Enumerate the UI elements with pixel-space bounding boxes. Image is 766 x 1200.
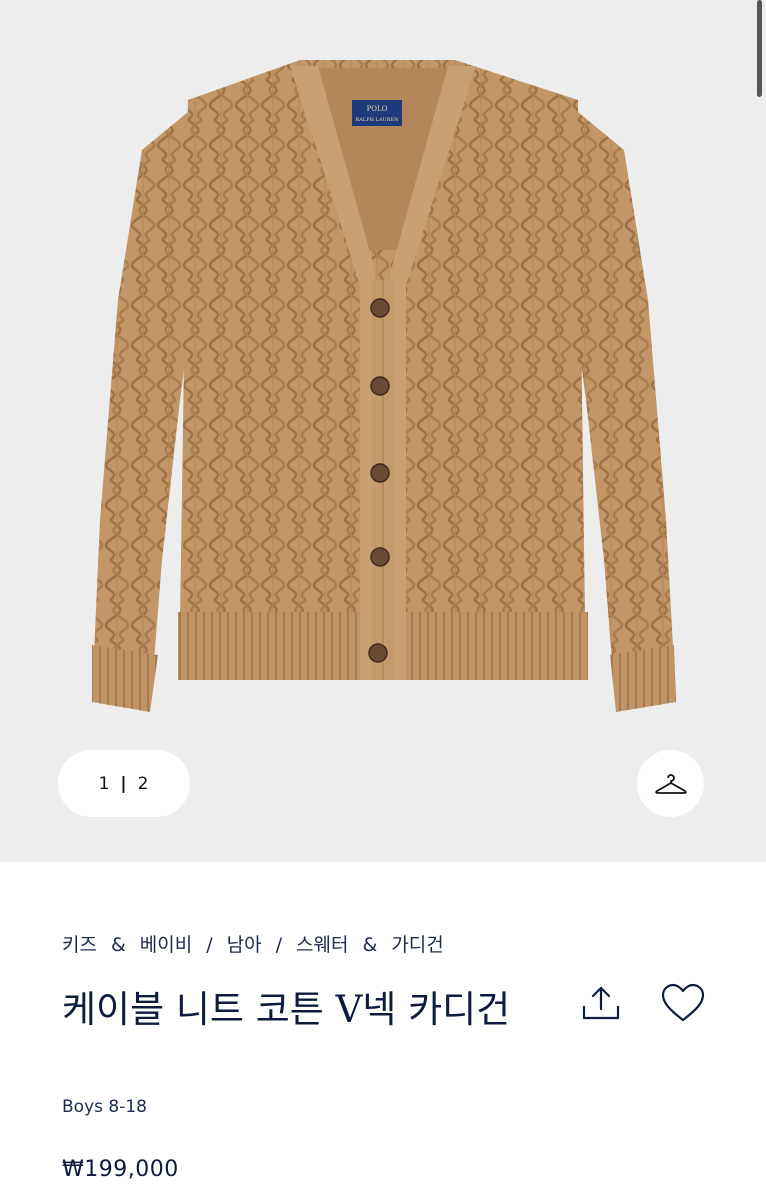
breadcrumb-cardigan[interactable]: 가디건 bbox=[391, 934, 443, 956]
label-line2: RALPH LAUREN bbox=[356, 117, 400, 123]
pager-separator: | bbox=[120, 773, 128, 794]
product-image: POLO RALPH LAUREN bbox=[92, 60, 676, 712]
breadcrumb-baby[interactable]: 베이비 bbox=[140, 934, 192, 956]
hanger-button[interactable] bbox=[637, 750, 704, 817]
share-icon bbox=[582, 986, 620, 1020]
product-title: 케이블 니트 코튼 V넥 카디건 bbox=[62, 988, 511, 1031]
breadcrumb-kids[interactable]: 키즈 bbox=[62, 934, 97, 956]
breadcrumb-sep: / bbox=[275, 934, 283, 956]
label-line1: POLO bbox=[367, 105, 388, 113]
hanger-icon bbox=[654, 773, 687, 794]
product-price: ₩199,000 bbox=[62, 1157, 179, 1182]
breadcrumb-boys[interactable]: 남아 bbox=[227, 934, 262, 956]
product-subtitle: Boys 8-18 bbox=[62, 1097, 147, 1117]
pager-total: 2 bbox=[137, 773, 150, 794]
image-pager[interactable]: 1 | 2 bbox=[58, 750, 190, 817]
share-button[interactable] bbox=[580, 982, 622, 1024]
scrollbar-thumb[interactable] bbox=[757, 0, 762, 97]
pager-current: 1 bbox=[98, 773, 111, 794]
wishlist-button[interactable] bbox=[660, 982, 706, 1024]
breadcrumb-amp: & bbox=[362, 934, 378, 956]
breadcrumb: 키즈 & 베이비 / 남아 / 스웨터 & 가디건 bbox=[62, 930, 458, 957]
breadcrumb-amp: & bbox=[110, 934, 126, 956]
heart-icon bbox=[661, 983, 705, 1022]
breadcrumb-sep: / bbox=[206, 934, 213, 956]
breadcrumb-sweater[interactable]: 스웨터 bbox=[296, 934, 348, 956]
product-image-gallery[interactable]: POLO RALPH LAUREN 1 | 2 bbox=[0, 0, 766, 862]
